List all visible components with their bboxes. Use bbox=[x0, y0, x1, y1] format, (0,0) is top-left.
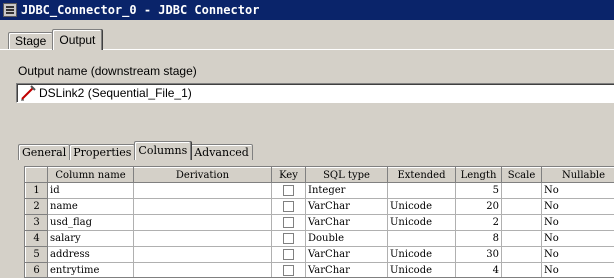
cell-nullable[interactable]: No bbox=[542, 215, 614, 231]
top-tab-strip: Stage Output bbox=[8, 30, 101, 50]
tab-advanced[interactable]: Advanced bbox=[190, 144, 253, 160]
table-row[interactable]: 4salary Double 8 No bbox=[26, 231, 614, 247]
window-title: JDBC_Connector_0 - JDBC Connector bbox=[21, 3, 259, 17]
cell-scale[interactable] bbox=[502, 183, 542, 199]
header-length[interactable]: Length bbox=[456, 168, 502, 183]
cell-derivation[interactable] bbox=[134, 247, 272, 263]
key-checkbox[interactable] bbox=[283, 201, 294, 212]
cell-length[interactable]: 30 bbox=[456, 247, 502, 263]
columns-grid[interactable]: Column name Derivation Key SQL type Exte… bbox=[24, 166, 614, 278]
cell-scale[interactable] bbox=[502, 199, 542, 215]
columns-header-row: Column name Derivation Key SQL type Exte… bbox=[26, 168, 614, 183]
tab-columns[interactable]: Columns bbox=[134, 141, 191, 160]
window-titlebar: JDBC_Connector_0 - JDBC Connector bbox=[0, 0, 614, 20]
cell-key[interactable] bbox=[272, 215, 306, 231]
cell-scale[interactable] bbox=[502, 215, 542, 231]
key-checkbox[interactable] bbox=[283, 233, 294, 244]
cell-sql-type[interactable]: VarChar bbox=[306, 199, 388, 215]
tab-properties[interactable]: Properties bbox=[69, 144, 135, 160]
cell-column-name[interactable]: address bbox=[48, 247, 134, 263]
cell-length[interactable]: 20 bbox=[456, 199, 502, 215]
cell-sql-type[interactable]: VarChar bbox=[306, 247, 388, 263]
cell-key[interactable] bbox=[272, 247, 306, 263]
header-nullable[interactable]: Nullable bbox=[542, 168, 614, 183]
output-name-value: DSLink2 (Sequential_File_1) bbox=[39, 86, 192, 100]
key-checkbox[interactable] bbox=[283, 265, 294, 276]
header-sql-type[interactable]: SQL type bbox=[306, 168, 388, 183]
columns-table: Column name Derivation Key SQL type Exte… bbox=[25, 167, 614, 278]
cell-key[interactable] bbox=[272, 231, 306, 247]
cell-derivation[interactable] bbox=[134, 183, 272, 199]
sub-tab-strip: General Properties Columns Advanced bbox=[18, 142, 252, 160]
header-derivation[interactable]: Derivation bbox=[134, 168, 272, 183]
header-column-name[interactable]: Column name bbox=[48, 168, 134, 183]
cell-derivation[interactable] bbox=[134, 199, 272, 215]
cell-scale[interactable] bbox=[502, 247, 542, 263]
cell-extended[interactable] bbox=[388, 183, 456, 199]
row-number[interactable]: 1 bbox=[26, 183, 48, 199]
output-name-dropdown[interactable]: DSLink2 (Sequential_File_1) bbox=[16, 83, 614, 103]
header-key[interactable]: Key bbox=[272, 168, 306, 183]
key-checkbox[interactable] bbox=[283, 217, 294, 228]
cell-extended[interactable]: Unicode bbox=[388, 199, 456, 215]
cell-derivation[interactable] bbox=[134, 231, 272, 247]
output-name-label: Output name (downstream stage) bbox=[18, 64, 197, 78]
key-checkbox[interactable] bbox=[283, 249, 294, 260]
table-row[interactable]: 5address VarCharUnicode30 No bbox=[26, 247, 614, 263]
row-number[interactable]: 4 bbox=[26, 231, 48, 247]
cell-extended[interactable] bbox=[388, 231, 456, 247]
table-row[interactable]: 3usd_flag VarCharUnicode2 No bbox=[26, 215, 614, 231]
cell-sql-type[interactable]: Integer bbox=[306, 183, 388, 199]
header-corner bbox=[26, 168, 48, 183]
app-icon[interactable] bbox=[3, 3, 17, 17]
cell-nullable[interactable]: No bbox=[542, 199, 614, 215]
link-pencil-icon bbox=[20, 85, 36, 101]
cell-column-name[interactable]: name bbox=[48, 199, 134, 215]
cell-length[interactable]: 5 bbox=[456, 183, 502, 199]
tab-stage[interactable]: Stage bbox=[8, 32, 53, 50]
row-number[interactable]: 3 bbox=[26, 215, 48, 231]
cell-column-name[interactable]: salary bbox=[48, 231, 134, 247]
cell-extended[interactable]: Unicode bbox=[388, 247, 456, 263]
cell-column-name[interactable]: id bbox=[48, 183, 134, 199]
cell-derivation[interactable] bbox=[134, 215, 272, 231]
cell-key[interactable] bbox=[272, 199, 306, 215]
table-row[interactable]: 2name VarCharUnicode20 No bbox=[26, 199, 614, 215]
tab-output[interactable]: Output bbox=[52, 29, 102, 50]
table-row[interactable]: 1id Integer 5 No bbox=[26, 183, 614, 199]
cell-scale[interactable] bbox=[502, 231, 542, 247]
cell-extended[interactable]: Unicode bbox=[388, 215, 456, 231]
cell-key[interactable] bbox=[272, 183, 306, 199]
cell-nullable[interactable]: No bbox=[542, 231, 614, 247]
cell-nullable[interactable]: No bbox=[542, 183, 614, 199]
row-number[interactable]: 2 bbox=[26, 199, 48, 215]
cell-sql-type[interactable]: Double bbox=[306, 231, 388, 247]
row-number[interactable]: 5 bbox=[26, 247, 48, 263]
header-extended[interactable]: Extended bbox=[388, 168, 456, 183]
cell-nullable[interactable]: No bbox=[542, 247, 614, 263]
cell-length[interactable]: 8 bbox=[456, 231, 502, 247]
header-scale[interactable]: Scale bbox=[502, 168, 542, 183]
cell-column-name[interactable]: usd_flag bbox=[48, 215, 134, 231]
tab-general[interactable]: General bbox=[18, 144, 70, 160]
cell-length[interactable]: 2 bbox=[456, 215, 502, 231]
key-checkbox[interactable] bbox=[283, 185, 294, 196]
cell-sql-type[interactable]: VarChar bbox=[306, 215, 388, 231]
